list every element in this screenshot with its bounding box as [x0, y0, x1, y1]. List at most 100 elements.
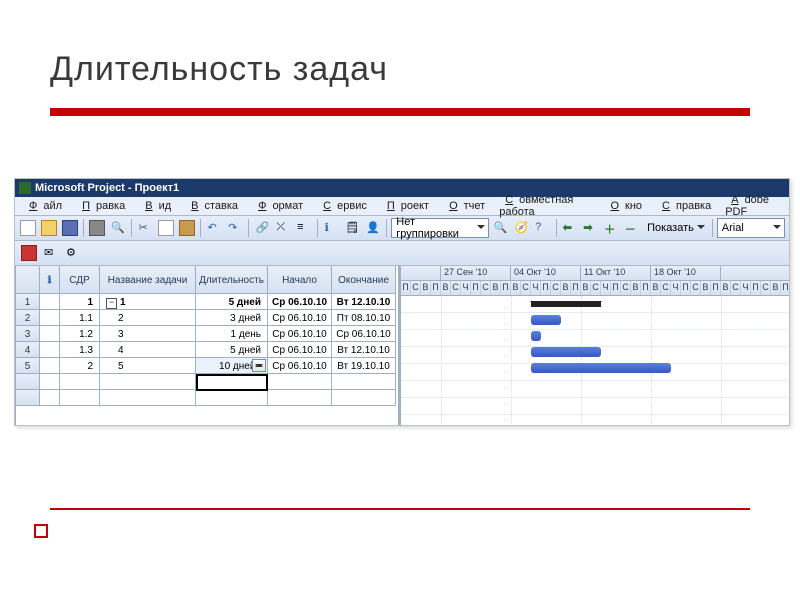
print-button[interactable] — [88, 218, 107, 238]
start-cell[interactable]: Ср 06.10.10 — [268, 326, 332, 342]
column-header[interactable]: Окончание — [332, 266, 396, 294]
table-row[interactable]: 52510 дней?Ср 06.10.10Вт 19.10.10 — [16, 358, 398, 374]
help-button[interactable]: ? — [533, 218, 552, 238]
menu-item[interactable]: Вид — [133, 199, 177, 213]
gantt-body[interactable] — [401, 296, 790, 426]
column-header[interactable]: Начало — [268, 266, 332, 294]
task-bar[interactable] — [531, 363, 671, 373]
wbs-cell[interactable]: 1 — [60, 294, 100, 310]
table-row[interactable]: 31.231 деньСр 06.10.10Ср 06.10.10 — [16, 326, 398, 342]
nav-left-button[interactable]: ⬅ — [560, 218, 579, 238]
start-cell[interactable] — [268, 390, 332, 406]
row-number[interactable]: 5 — [16, 358, 40, 374]
print-preview-button[interactable]: 🔍 — [109, 218, 128, 238]
task-bar[interactable] — [531, 347, 601, 357]
start-cell[interactable]: Ср 06.10.10 — [268, 358, 332, 374]
paste-button[interactable] — [178, 218, 197, 238]
wbs-cell[interactable] — [60, 390, 100, 406]
menu-item[interactable]: Файл — [17, 199, 68, 213]
indent-button[interactable]: － — [622, 218, 641, 238]
task-bar[interactable] — [531, 331, 541, 341]
font-combo[interactable]: Arial — [717, 218, 785, 238]
row-number[interactable]: 3 — [16, 326, 40, 342]
collapse-icon[interactable]: − — [106, 298, 117, 309]
link-task-button[interactable]: 🔗 — [253, 218, 272, 238]
nav-right-button[interactable]: ➡ — [581, 218, 600, 238]
finish-cell[interactable] — [332, 374, 396, 390]
task-grid[interactable]: СДРНазвание задачиДлительностьНачалоОкон… — [16, 266, 401, 426]
start-cell[interactable]: Ср 06.10.10 — [268, 294, 332, 310]
finish-cell[interactable]: Ср 06.10.10 — [332, 326, 396, 342]
pdf-settings-button[interactable]: ⚙ — [63, 243, 83, 263]
task-name-cell[interactable]: 3 — [100, 326, 196, 342]
task-name-cell[interactable]: 4 — [100, 342, 196, 358]
summary-bar[interactable] — [531, 301, 601, 307]
menubar[interactable]: ФайлПравкаВидВставкаФорматСервисПроектОт… — [15, 197, 789, 216]
menu-item[interactable]: Правка — [70, 199, 131, 213]
finish-cell[interactable]: Вт 12.10.10 — [332, 294, 396, 310]
show-outline-combo[interactable]: Показать — [643, 219, 708, 237]
start-cell[interactable]: Ср 06.10.10 — [268, 310, 332, 326]
duration-cell[interactable] — [196, 374, 268, 390]
wbs-cell[interactable]: 1.1 — [60, 310, 100, 326]
finish-cell[interactable]: Пт 08.10.10 — [332, 310, 396, 326]
gantt-chart[interactable]: 27 Сен '1004 Окт '1011 Окт '1018 Окт '10… — [401, 266, 790, 426]
duration-cell[interactable]: 10 дней? — [196, 358, 268, 374]
menu-item[interactable]: Справка — [650, 199, 717, 213]
cut-button[interactable]: ✂ — [136, 218, 155, 238]
duration-cell[interactable]: 5 дней — [196, 294, 268, 310]
new-button[interactable] — [19, 218, 38, 238]
column-header[interactable]: Название задачи — [100, 266, 196, 294]
menu-item[interactable]: Совместная работа — [493, 193, 596, 219]
duration-cell[interactable]: 5 дней — [196, 342, 268, 358]
column-header[interactable] — [16, 266, 40, 294]
wbs-cell[interactable] — [60, 374, 100, 390]
wbs-cell[interactable]: 1.3 — [60, 342, 100, 358]
duration-cell[interactable]: 1 день — [196, 326, 268, 342]
toolbar-pdf[interactable]: ✉ ⚙ — [15, 241, 789, 266]
menu-item[interactable]: Формат — [246, 199, 309, 213]
finish-cell[interactable]: Вт 19.10.10 — [332, 358, 396, 374]
undo-button[interactable]: ↶ — [205, 218, 224, 238]
column-header[interactable] — [40, 266, 60, 294]
table-row[interactable]: 11−15 днейСр 06.10.10Вт 12.10.10 — [16, 294, 398, 310]
task-bar[interactable] — [531, 315, 561, 325]
start-cell[interactable]: Ср 06.10.10 — [268, 342, 332, 358]
save-button[interactable] — [60, 218, 79, 238]
task-name-cell[interactable]: −1 — [100, 294, 196, 310]
goto-task-button[interactable]: 🧭 — [512, 218, 531, 238]
table-row[interactable] — [16, 374, 398, 390]
menu-item[interactable]: Проект — [375, 199, 435, 213]
row-number[interactable] — [16, 390, 40, 406]
menu-item[interactable]: Вставка — [179, 199, 244, 213]
wbs-cell[interactable]: 2 — [60, 358, 100, 374]
pdf-export-button[interactable] — [19, 243, 39, 263]
table-row[interactable]: 41.345 днейСр 06.10.10Вт 12.10.10 — [16, 342, 398, 358]
row-number[interactable]: 4 — [16, 342, 40, 358]
grid-body[interactable]: 11−15 днейСр 06.10.10Вт 12.10.1021.123 д… — [16, 294, 398, 406]
column-header[interactable]: Длительность — [196, 266, 268, 294]
row-number[interactable]: 2 — [16, 310, 40, 326]
table-row[interactable]: 21.123 днейСр 06.10.10Пт 08.10.10 — [16, 310, 398, 326]
pdf-mail-button[interactable]: ✉ — [41, 243, 61, 263]
finish-cell[interactable] — [332, 390, 396, 406]
group-by-combo[interactable]: Нет группировки — [391, 218, 489, 238]
wbs-cell[interactable]: 1.2 — [60, 326, 100, 342]
menu-item[interactable]: Сервис — [311, 199, 373, 213]
duration-cell[interactable]: 3 дней — [196, 310, 268, 326]
copy-button[interactable] — [157, 218, 176, 238]
menu-item[interactable]: Adobe PDF — [719, 193, 787, 219]
assign-button[interactable]: 👤 — [364, 218, 383, 238]
zoom-button[interactable]: 🔍 — [491, 218, 510, 238]
unlink-task-button[interactable]: ⤫ — [274, 218, 293, 238]
redo-button[interactable]: ↷ — [226, 218, 245, 238]
open-button[interactable] — [40, 218, 59, 238]
duration-cell[interactable] — [196, 390, 268, 406]
spinner-icon[interactable] — [252, 359, 266, 372]
task-name-cell[interactable]: 5 — [100, 358, 196, 374]
outdent-button[interactable]: ＋ — [602, 218, 621, 238]
task-name-cell[interactable] — [100, 390, 196, 406]
task-info-button[interactable]: ℹ — [322, 218, 341, 238]
menu-item[interactable]: Окно — [598, 199, 648, 213]
menu-item[interactable]: Отчет — [437, 199, 491, 213]
